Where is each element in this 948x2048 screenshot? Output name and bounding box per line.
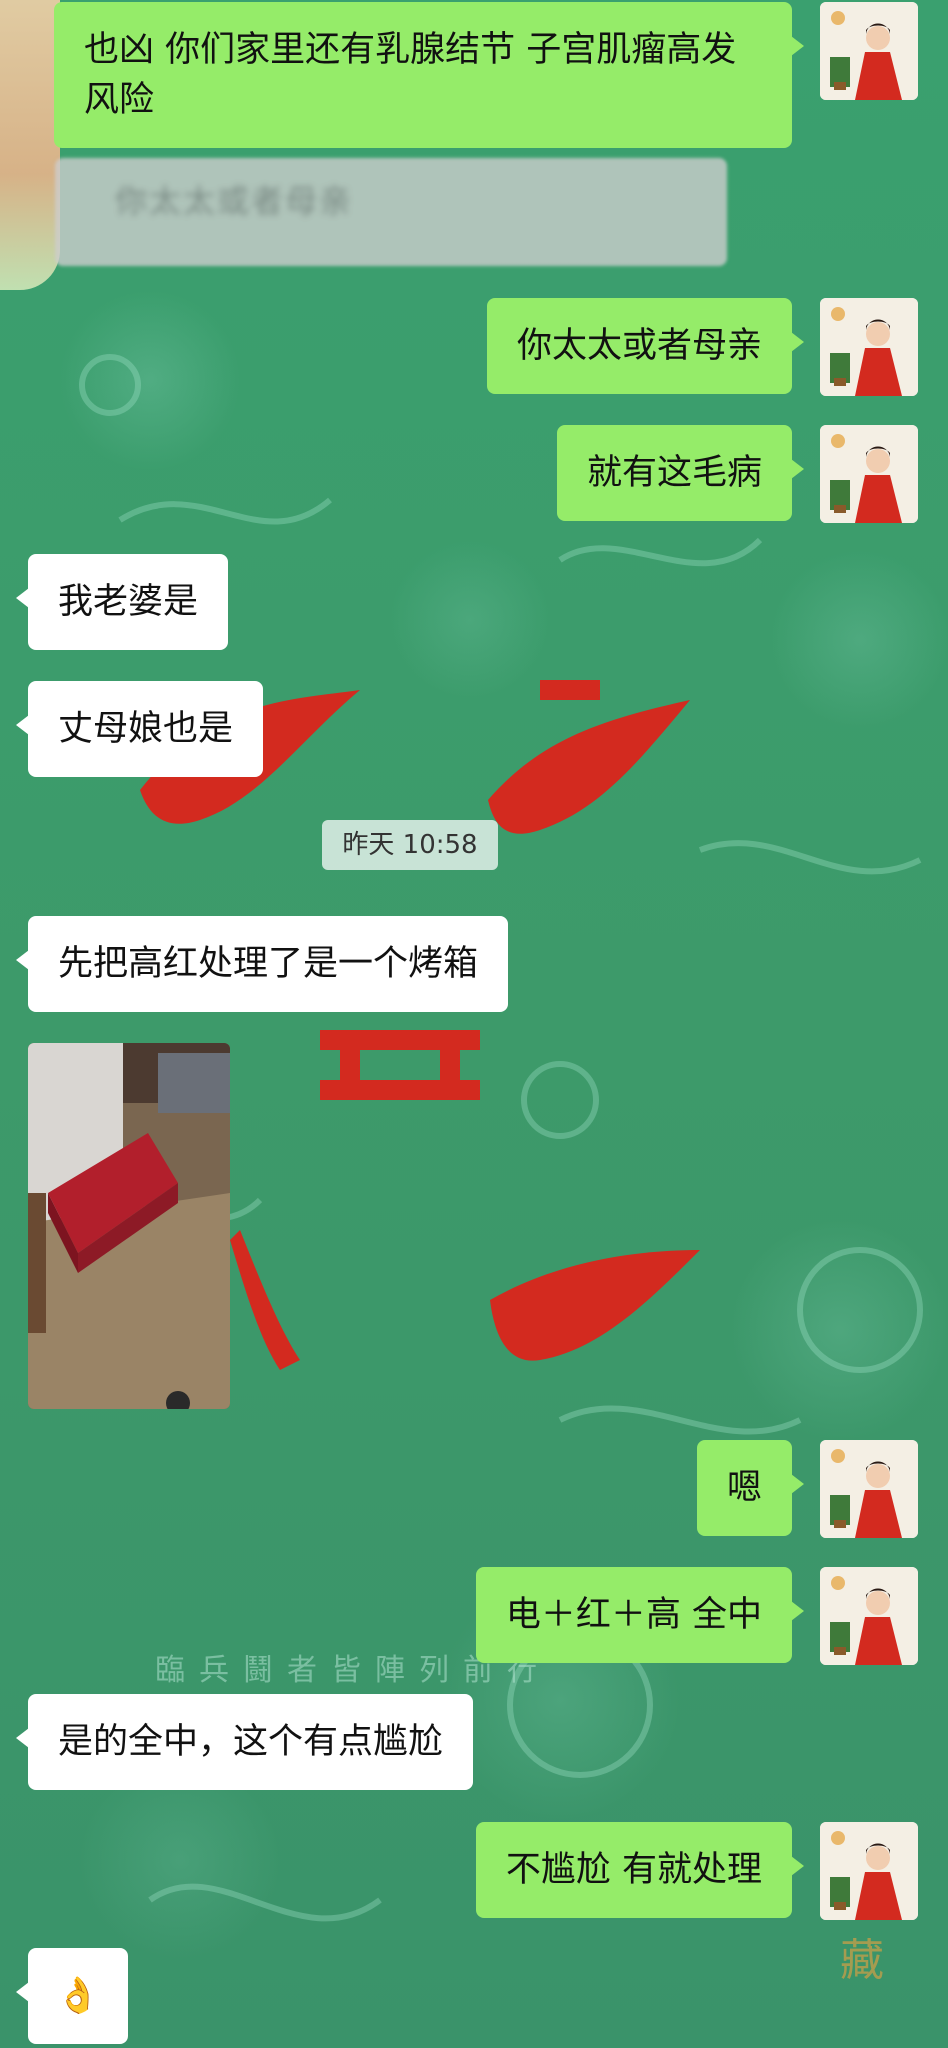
image-message[interactable] [28,1043,230,1409]
message-row-right: 你太太或者母亲 [486,298,918,396]
top-left-decoration [0,0,60,290]
message-row-left: 是的全中，这个有点尴尬 [15,1694,474,1790]
message-bubble[interactable]: 我老婆是 [15,554,229,650]
ok-hand-icon: 👌 [56,1976,100,2016]
user-avatar[interactable] [820,1567,918,1665]
bg-text-cang: 藏 [840,1935,884,1986]
message-row-right: 嗯 [696,1440,918,1538]
message-row-right: 电＋红＋高 全中 [475,1567,918,1665]
message-bubble[interactable]: 电＋红＋高 全中 [475,1567,805,1663]
avatar-icon [820,1440,918,1538]
message-row-left: 丈母娘也是 [15,681,264,777]
message-bubble[interactable]: 👌 [16,1948,128,2044]
user-avatar[interactable] [820,1822,918,1920]
user-avatar[interactable] [820,425,918,523]
message-bubble[interactable]: 也凶 你们家里还有乳腺结节 子宫肌瘤高发风险 [54,2,804,148]
blurred-message: 你太太或者母亲 [55,158,727,266]
avatar-icon [820,1567,918,1665]
message-row-left: 👌 [16,1948,128,2044]
message-bubble[interactable]: 丈母娘也是 [15,681,264,777]
avatar-icon [820,298,918,396]
message-bubble[interactable]: 嗯 [696,1440,805,1536]
message-row-right: 也凶 你们家里还有乳腺结节 子宫肌瘤高发风险 [54,2,918,148]
message-bubble[interactable]: 就有这毛病 [556,425,805,521]
timestamp: 昨天 10:58 [322,820,498,870]
message-row-right: 不尴尬 有就处理 [475,1822,918,1920]
message-bubble[interactable]: 是的全中，这个有点尴尬 [15,1694,474,1790]
message-bubble[interactable]: 先把高红处理了是一个烤箱 [15,916,509,1012]
message-row-left: 我老婆是 [15,554,229,650]
message-bubble[interactable]: 你太太或者母亲 [486,298,805,394]
message-bubble[interactable]: 不尴尬 有就处理 [475,1822,805,1918]
user-avatar[interactable] [820,1440,918,1538]
avatar-icon [820,2,918,100]
avatar-icon [820,1822,918,1920]
user-avatar[interactable] [820,2,918,100]
message-row-right: 就有这毛病 [556,425,918,523]
blurred-message-text: 你太太或者母亲 [115,182,354,220]
room-photo [28,1043,230,1409]
avatar-icon [820,425,918,523]
user-avatar[interactable] [820,298,918,396]
message-row-left: 先把高红处理了是一个烤箱 [15,916,509,1012]
